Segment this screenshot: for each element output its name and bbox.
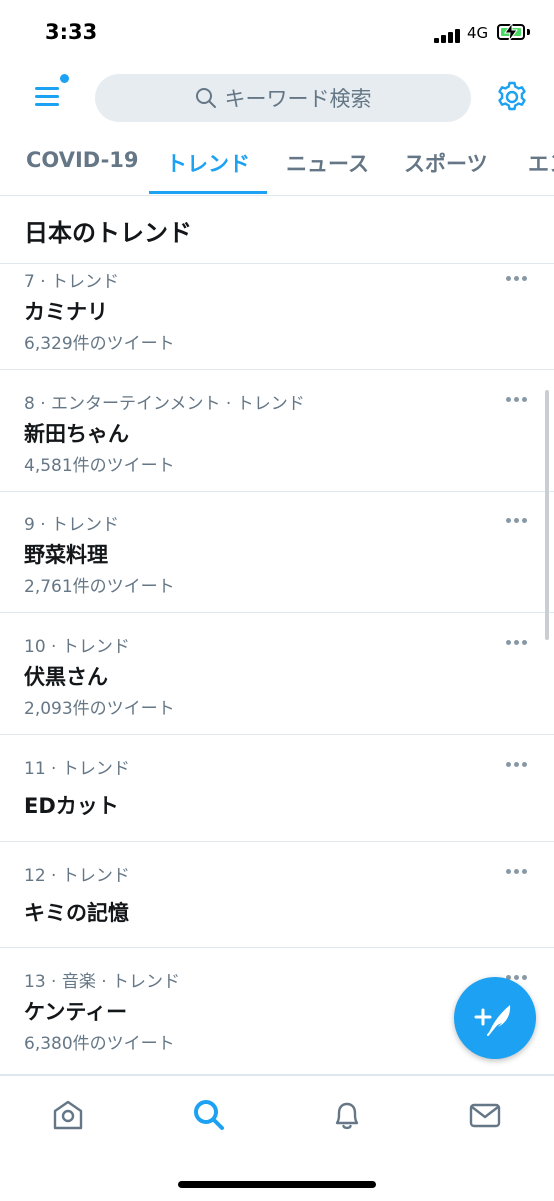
signal-icon [434, 29, 464, 43]
trend-item[interactable]: 9 · トレンド 野菜料理 2,761件のツイート [0, 492, 554, 613]
more-icon[interactable] [506, 640, 528, 646]
trend-item[interactable]: 11 · トレンド EDカット [0, 735, 554, 842]
gear-icon[interactable] [495, 80, 529, 114]
section-title: 日本のトレンド [24, 219, 192, 247]
trend-name: カミナリ [24, 300, 108, 324]
status-bar: 3:33 4G [0, 0, 554, 68]
more-icon[interactable] [506, 397, 528, 403]
trend-tweet-count: 4,581件のツイート [24, 456, 175, 476]
tab-news[interactable]: ニュース [286, 148, 369, 178]
tab-entertainment[interactable]: エン [528, 148, 554, 178]
tab-trends[interactable]: トレンド [166, 148, 250, 178]
trend-item[interactable]: 10 · トレンド 伏黒さん 2,093件のツイート [0, 613, 554, 735]
scrollbar[interactable] [545, 390, 549, 640]
trend-meta: 13 · 音楽 · トレンド [24, 972, 181, 992]
network-label: 4G [467, 24, 489, 42]
trend-item[interactable]: 12 · トレンド キミの記憶 [0, 842, 554, 948]
more-icon[interactable] [506, 762, 528, 768]
status-time: 3:33 [45, 20, 98, 44]
trend-item[interactable]: 7 · トレンド カミナリ 6,329件のツイート [0, 264, 554, 370]
search-icon[interactable] [192, 1098, 226, 1132]
notification-dot [60, 74, 69, 83]
home-icon[interactable] [51, 1098, 85, 1132]
tab-bar: COVID-19 トレンド ニュース スポーツ エン [0, 134, 554, 196]
trend-item[interactable]: 8 · エンターテインメント · トレンド 新田ちゃん 4,581件のツイート [0, 370, 554, 492]
home-indicator[interactable] [178, 1181, 376, 1188]
more-icon[interactable] [506, 518, 528, 524]
active-tab-indicator [149, 191, 267, 194]
charging-icon [504, 23, 518, 41]
trend-meta: 12 · トレンド [24, 866, 130, 886]
more-icon[interactable] [506, 869, 528, 875]
compose-tweet-button[interactable] [454, 977, 536, 1059]
trend-meta: 11 · トレンド [24, 759, 130, 779]
battery-cap [527, 29, 530, 35]
trend-tweet-count: 2,761件のツイート [24, 577, 175, 597]
trend-name: ケンティー [24, 1000, 128, 1024]
compose-icon [474, 1005, 511, 1036]
trend-meta: 8 · エンターテインメント · トレンド [24, 394, 305, 414]
trend-name: EDカット [24, 794, 119, 818]
search-placeholder: キーワード検索 [224, 87, 372, 111]
more-icon[interactable] [506, 276, 528, 282]
notifications-icon[interactable] [330, 1098, 364, 1132]
search-icon [195, 88, 216, 108]
tab-covid19[interactable]: COVID-19 [26, 148, 139, 172]
trend-name: 野菜料理 [24, 543, 108, 567]
search-input[interactable]: キーワード検索 [95, 74, 471, 122]
trend-meta: 10 · トレンド [24, 637, 130, 657]
trend-meta: 9 · トレンド [24, 515, 120, 535]
messages-icon[interactable] [468, 1098, 502, 1132]
trend-name: キミの記憶 [24, 901, 129, 925]
trend-tweet-count: 6,329件のツイート [24, 334, 175, 354]
trend-name: 伏黒さん [24, 665, 108, 689]
trend-tweet-count: 6,380件のツイート [24, 1034, 175, 1054]
tab-sports[interactable]: スポーツ [404, 148, 488, 178]
menu-icon[interactable] [35, 85, 61, 109]
trend-tweet-count: 2,093件のツイート [24, 699, 175, 719]
trend-meta: 7 · トレンド [24, 272, 120, 292]
trend-name: 新田ちゃん [24, 422, 129, 446]
